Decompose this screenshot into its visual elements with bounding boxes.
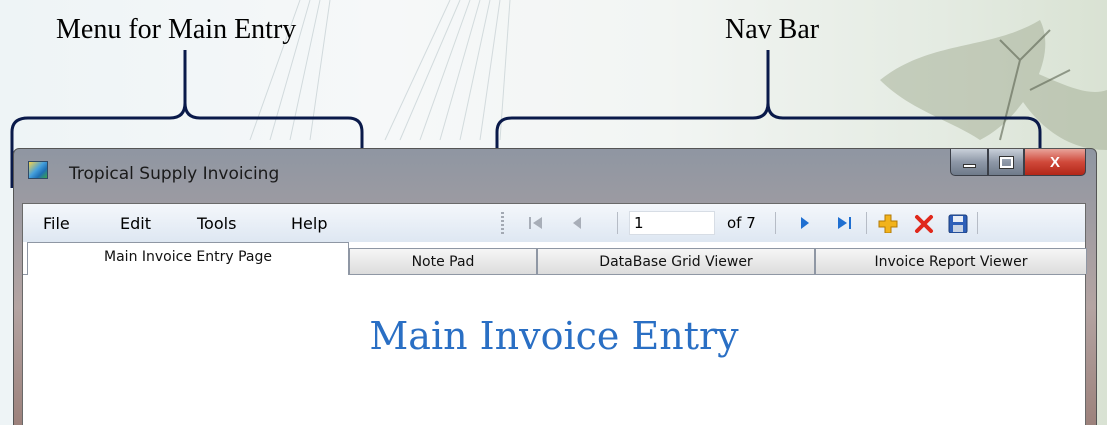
position-input[interactable]: 1: [629, 211, 715, 235]
add-new-icon[interactable]: [877, 213, 899, 233]
menu-tools[interactable]: Tools: [197, 214, 236, 233]
tab-invoice-report-viewer[interactable]: Invoice Report Viewer: [815, 248, 1087, 274]
minimize-button[interactable]: [950, 149, 988, 176]
tab-strip: Main Invoice Entry Page Note Pad DataBas…: [23, 242, 1087, 275]
maximize-icon: [998, 155, 1014, 169]
menu-help[interactable]: Help: [291, 214, 327, 233]
window-title: Tropical Supply Invoicing: [69, 164, 280, 184]
binding-navigator: 1 of 7: [501, 204, 1061, 242]
menu-file[interactable]: File: [43, 214, 70, 233]
toolbar-separator: [866, 212, 867, 234]
tab-main-invoice-entry[interactable]: Main Invoice Entry Page: [27, 242, 349, 275]
close-button[interactable]: X: [1024, 149, 1086, 176]
app-window: Tropical Supply Invoicing X File Edit To…: [13, 148, 1097, 425]
page-heading: Main Invoice Entry: [369, 314, 739, 358]
close-icon: X: [1049, 153, 1060, 171]
tab-database-grid-viewer[interactable]: DataBase Grid Viewer: [537, 248, 815, 274]
menu-bar: File Edit Tools Help 1 of 7: [23, 204, 1085, 242]
move-previous-icon[interactable]: [569, 213, 585, 233]
toolbar-separator: [617, 212, 618, 234]
toolbar-separator: [775, 212, 776, 234]
client-area: File Edit Tools Help 1 of 7 Main Invoice…: [22, 203, 1087, 425]
move-first-icon[interactable]: [527, 213, 545, 233]
move-next-icon[interactable]: [797, 213, 813, 233]
tab-note-pad[interactable]: Note Pad: [349, 248, 537, 274]
toolbar-grip[interactable]: [501, 212, 504, 234]
delete-icon[interactable]: [913, 213, 935, 233]
toolbar-separator: [977, 212, 978, 234]
minimize-icon: [962, 164, 976, 168]
save-icon[interactable]: [947, 213, 969, 233]
menu-edit[interactable]: Edit: [120, 214, 151, 233]
title-bar[interactable]: Tropical Supply Invoicing X: [14, 149, 1096, 203]
move-last-icon[interactable]: [835, 213, 853, 233]
app-icon: [28, 161, 48, 179]
caption-buttons: X: [950, 149, 1086, 176]
maximize-button[interactable]: [988, 149, 1024, 176]
count-label: of 7: [727, 214, 756, 232]
